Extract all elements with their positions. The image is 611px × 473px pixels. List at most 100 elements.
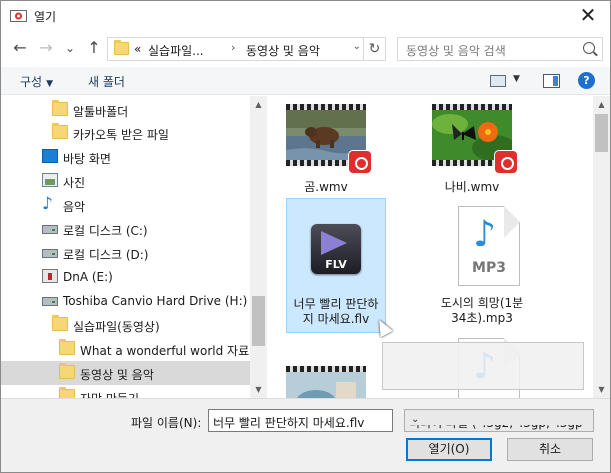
cancel-button[interactable]: 취소 bbox=[507, 438, 593, 461]
sidebar-scrollbar[interactable]: ▲ ▼ bbox=[250, 96, 267, 398]
address-overflow[interactable]: « bbox=[134, 42, 141, 56]
filename-dropdown-icon[interactable]: ⌄ bbox=[213, 414, 388, 425]
help-icon[interactable]: ? bbox=[578, 72, 595, 89]
file-item[interactable]: 곰.wmv bbox=[276, 100, 376, 196]
scrollbar-thumb[interactable] bbox=[595, 114, 608, 152]
filetype-dropdown-icon[interactable]: ⌄ bbox=[409, 414, 589, 425]
file-item[interactable]: 나비.wmv bbox=[422, 100, 522, 196]
music-note-icon: ♪ bbox=[473, 214, 496, 255]
sidebar-item-altoolbar-folder[interactable]: 알툴바폴더 bbox=[1, 98, 251, 122]
file-item-selected[interactable]: FLV 너무 빨리 판단하 지 마세요.flv bbox=[286, 198, 386, 333]
sidebar-item-local-disk-c[interactable]: 로컬 디스크 (C:) bbox=[1, 217, 251, 241]
mp3-icon-text: MP3 bbox=[472, 260, 506, 276]
folder-icon bbox=[114, 40, 129, 55]
folder-icon bbox=[59, 387, 75, 398]
sidebar-item-label: 바탕 화면 bbox=[63, 152, 111, 166]
file-name-line2: 34초).mp3 bbox=[451, 311, 513, 325]
sidebar-item-kakaotalk-files[interactable]: 카카오톡 받은 파일 bbox=[1, 121, 251, 145]
new-folder-button[interactable]: 새 폴더 bbox=[88, 73, 125, 90]
folder-icon bbox=[59, 339, 75, 355]
sidebar-item-label: 알툴바폴더 bbox=[73, 105, 129, 119]
forward-arrow-icon[interactable]: → bbox=[35, 37, 57, 59]
folder-icon bbox=[52, 123, 68, 139]
address-dropdown-icon[interactable]: ⌄ bbox=[353, 41, 361, 52]
sidebar-item-local-disk-d[interactable]: 로컬 디스크 (D:) bbox=[1, 241, 251, 265]
scrollbar-thumb[interactable] bbox=[252, 296, 265, 346]
sidebar-item-label: Toshiba Canvio Hard Drive (H:) bbox=[63, 294, 248, 308]
scroll-down-icon[interactable]: ▼ bbox=[593, 381, 610, 398]
video-thumbnail-image bbox=[286, 372, 366, 398]
sidebar-item-desktop[interactable]: 바탕 화면 bbox=[1, 145, 251, 169]
sidebar-item-pictures[interactable]: 사진 bbox=[1, 169, 251, 193]
flv-icon-text: FLV bbox=[325, 258, 347, 271]
view-caret-icon[interactable]: ▼ bbox=[513, 74, 520, 84]
file-list-pane: 곰.wmv 나비.wmv FLV 너무 빨리 판단하 지 마세요.flv ♪ M… bbox=[268, 96, 610, 398]
file-name-line1: 너무 빨리 판단하 bbox=[293, 297, 379, 311]
pictures-icon bbox=[42, 173, 58, 187]
organize-button[interactable]: 구성 ▼ bbox=[20, 73, 53, 90]
folder-icon bbox=[59, 363, 75, 379]
sidebar-item-label: 로컬 디스크 (C:) bbox=[63, 224, 148, 238]
file-item[interactable]: ♪ MP3 도시의 희망(1분 34초).mp3 bbox=[432, 198, 532, 333]
gom-player-badge-icon bbox=[348, 150, 372, 174]
back-arrow-icon[interactable]: ← bbox=[9, 37, 31, 59]
scroll-up-icon[interactable]: ▲ bbox=[250, 96, 267, 113]
organize-label: 구성 bbox=[20, 75, 43, 89]
search-box[interactable]: 동영상 및 음악 검색 bbox=[397, 37, 603, 61]
sidebar-item-wonderful-world[interactable]: What a wonderful world 자료 bbox=[1, 337, 251, 361]
address-bar[interactable]: « 실습파일... › 동영상 및 음악 ⌄ ↻ bbox=[107, 37, 386, 61]
navigation-pane: 알툴바폴더 카카오톡 받은 파일 바탕 화면 사진 ♪ 음악 로컬 디스크 (C… bbox=[1, 96, 267, 398]
music-note-icon: ♪ bbox=[42, 194, 53, 214]
open-file-dialog: 열기 ✕ ← → ⌄ ↑ « 실습파일... › 동영상 및 음악 ⌄ ↻ 동영… bbox=[0, 0, 611, 473]
sidebar-item-dna-e[interactable]: DnA (E:) bbox=[1, 265, 251, 289]
drive-icon bbox=[42, 225, 58, 234]
refresh-icon[interactable]: ↻ bbox=[363, 37, 385, 61]
drag-preview bbox=[382, 342, 584, 390]
gom-player-badge-icon bbox=[494, 150, 518, 174]
sidebar-item-label: 동영상 및 음악 bbox=[80, 368, 154, 382]
recent-locations-chevron-icon[interactable]: ⌄ bbox=[59, 37, 81, 59]
sidebar-item-video-music[interactable]: 동영상 및 음악 bbox=[1, 361, 251, 385]
file-name: 나비.wmv bbox=[444, 180, 500, 194]
title-bar: 열기 ✕ bbox=[1, 1, 610, 31]
file-pane-scrollbar[interactable]: ▲ ▼ bbox=[593, 96, 610, 398]
sidebar-item-label: DnA (E:) bbox=[63, 270, 113, 284]
up-arrow-icon[interactable]: ↑ bbox=[83, 37, 105, 59]
search-placeholder: 동영상 및 음악 검색 bbox=[406, 44, 506, 58]
sidebar-item-practice-files[interactable]: 실습파일(동영상) bbox=[1, 313, 251, 337]
breadcrumb-current[interactable]: 동영상 및 음악 bbox=[246, 42, 320, 59]
filetype-select[interactable]: 미디어 파일 (*.3g2;*.3gp;*.3gp ⌄ bbox=[404, 409, 594, 432]
command-toolbar: 구성 ▼ 새 폴더 ▼ ? bbox=[1, 67, 610, 95]
file-name: 곰.wmv bbox=[304, 180, 348, 194]
sidebar-item-music[interactable]: ♪ 음악 bbox=[1, 193, 251, 217]
sidebar-item-toshiba-h[interactable]: Toshiba Canvio Hard Drive (H:) bbox=[1, 289, 251, 313]
open-button[interactable]: 열기(O) bbox=[406, 438, 492, 461]
file-item[interactable] bbox=[276, 364, 376, 398]
window-title: 열기 bbox=[34, 10, 57, 24]
folder-icon bbox=[52, 315, 68, 331]
sidebar-item-label: 자막 만들기 bbox=[80, 390, 139, 398]
scroll-up-icon[interactable]: ▲ bbox=[593, 96, 610, 113]
filename-label: 파일 이름(N): bbox=[131, 416, 202, 430]
search-icon[interactable] bbox=[583, 42, 595, 54]
navigation-bar: ← → ⌄ ↑ « 실습파일... › 동영상 및 음악 ⌄ ↻ 동영상 및 음… bbox=[1, 31, 610, 67]
breadcrumb-separator-icon[interactable]: › bbox=[231, 41, 235, 54]
drive-icon bbox=[42, 297, 58, 306]
scroll-down-icon[interactable]: ▼ bbox=[250, 381, 267, 398]
play-icon bbox=[321, 231, 347, 255]
folder-icon bbox=[52, 100, 68, 116]
file-name-line2: 지 마세요.flv bbox=[302, 312, 370, 326]
sidebar-item-label: 사진 bbox=[63, 176, 86, 190]
view-options-icon[interactable] bbox=[490, 75, 506, 87]
usb-drive-icon bbox=[42, 269, 58, 283]
flv-file-icon: FLV bbox=[311, 224, 361, 274]
sidebar-item-subtitles[interactable]: 자막 만들기 bbox=[1, 385, 251, 398]
desktop-icon bbox=[42, 149, 58, 163]
breadcrumb-parent[interactable]: 실습파일... bbox=[148, 42, 204, 59]
filename-input[interactable]: 너무 빨리 판단하지 마세요.flv ⌄ bbox=[208, 409, 393, 432]
preview-pane-icon[interactable] bbox=[543, 74, 560, 88]
sidebar-item-label: 실습파일(동영상) bbox=[73, 320, 160, 334]
close-icon[interactable]: ✕ bbox=[576, 4, 600, 28]
sidebar-item-label: 로컬 디스크 (D:) bbox=[63, 248, 149, 262]
organize-caret-icon: ▼ bbox=[46, 79, 54, 89]
